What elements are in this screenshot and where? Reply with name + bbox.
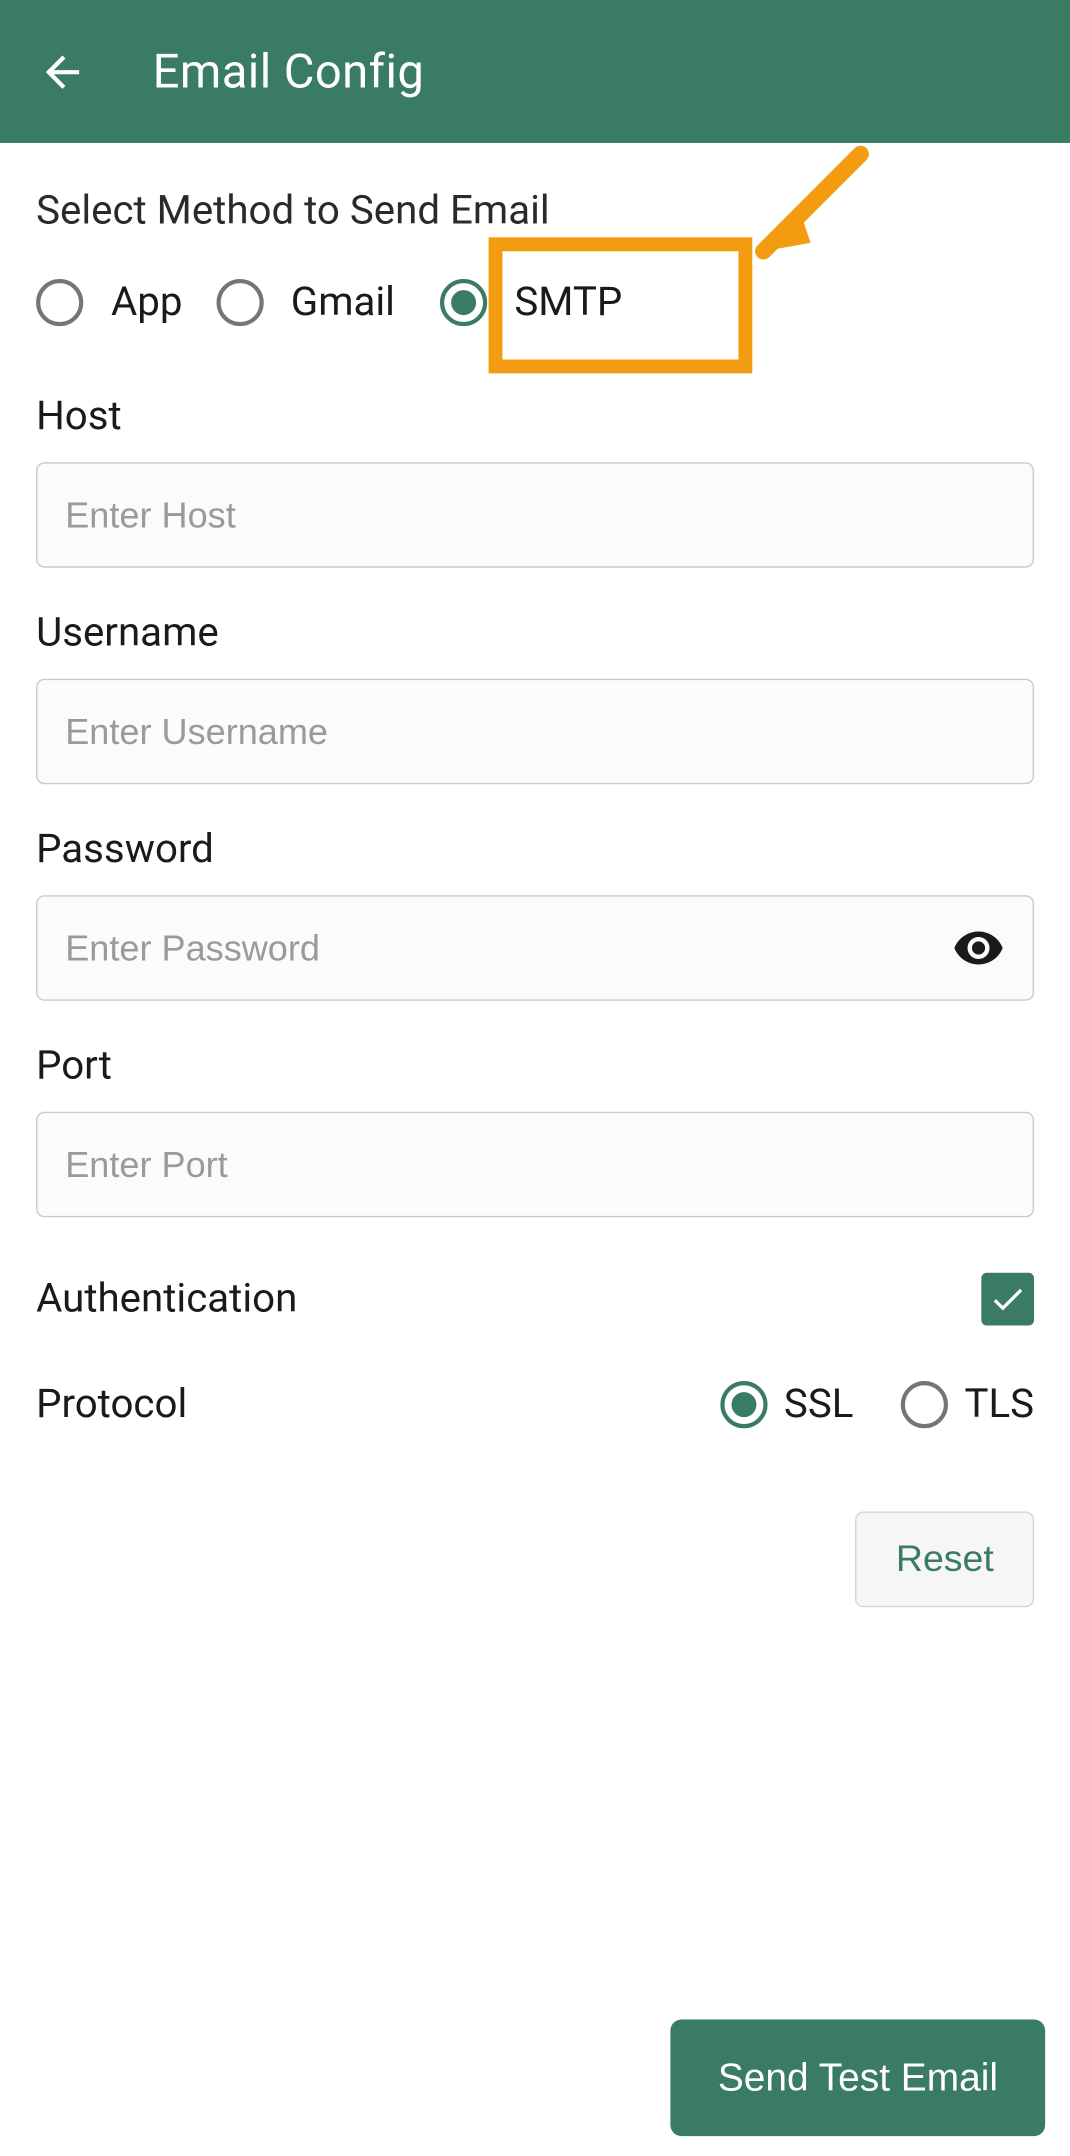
- send-test-email-button[interactable]: Send Test Email: [671, 2020, 1045, 2137]
- page-title: Email Config: [153, 44, 425, 100]
- protocol-radio-tls[interactable]: TLS: [901, 1381, 1034, 1428]
- username-label: Username: [36, 609, 1034, 656]
- protocol-radio-ssl[interactable]: SSL: [720, 1381, 853, 1428]
- username-input[interactable]: [36, 679, 1034, 784]
- toggle-password-visibility[interactable]: [951, 920, 1007, 976]
- protocol-radio-group: SSL TLS: [720, 1381, 1034, 1428]
- eye-icon: [952, 922, 1005, 975]
- check-icon: [988, 1280, 1027, 1319]
- arrow-left-icon: [37, 46, 87, 96]
- radio-icon: [901, 1381, 948, 1428]
- back-button[interactable]: [28, 37, 97, 106]
- method-radio-gmail[interactable]: Gmail: [216, 279, 395, 326]
- password-input[interactable]: [36, 895, 1034, 1000]
- host-input[interactable]: [36, 462, 1034, 567]
- reset-button[interactable]: Reset: [856, 1512, 1034, 1608]
- radio-label: SSL: [784, 1381, 853, 1428]
- radio-icon: [439, 279, 486, 326]
- radio-icon: [216, 279, 263, 326]
- host-label: Host: [36, 393, 1034, 440]
- radio-icon: [36, 279, 83, 326]
- protocol-label: Protocol: [36, 1381, 187, 1428]
- method-radio-app[interactable]: App: [36, 279, 182, 326]
- radio-label: Gmail: [291, 279, 395, 326]
- port-input[interactable]: [36, 1112, 1034, 1217]
- authentication-label: Authentication: [36, 1276, 297, 1323]
- radio-label: SMTP: [514, 279, 622, 326]
- radio-label: TLS: [964, 1381, 1034, 1428]
- authentication-checkbox[interactable]: [981, 1273, 1034, 1326]
- radio-icon: [720, 1381, 767, 1428]
- port-label: Port: [36, 1042, 1034, 1089]
- password-label: Password: [36, 826, 1034, 873]
- method-radio-group: App Gmail SMTP: [36, 268, 1034, 337]
- method-radio-smtp[interactable]: SMTP: [428, 268, 650, 337]
- method-prompt: Select Method to Send Email: [36, 187, 1034, 234]
- radio-label: App: [111, 279, 182, 326]
